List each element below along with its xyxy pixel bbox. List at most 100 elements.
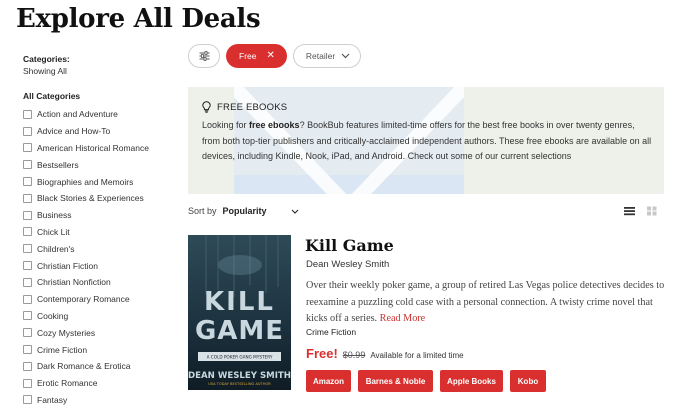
category-item[interactable]: Crime Fiction [23,341,183,358]
banner-title: FREE EBOOKS [217,101,288,113]
category-checkbox[interactable] [23,244,32,254]
book-author: Dean Wesley Smith [306,259,390,270]
category-label: Crime Fiction [37,344,88,355]
apple-books-button[interactable]: Apple Books [440,370,503,392]
category-checkbox[interactable] [23,294,32,304]
category-sidebar: Categories: Showing All All Categories A… [23,54,183,408]
category-checkbox[interactable] [23,328,32,338]
category-item[interactable]: Business [23,207,183,224]
cover-author: DEAN WESLEY SMITH [188,371,291,381]
price-original: $0.99 [342,350,366,360]
retailer-filter-dropdown[interactable]: Retailer [292,44,362,68]
banner-text-pre: Looking for [202,120,250,130]
category-checkbox[interactable] [23,126,32,136]
category-label: Biographies and Memoirs [37,176,134,187]
filter-settings-button[interactable] [188,44,220,68]
free-ebooks-banner: FREE EBOOKS Looking for free ebooks? Boo… [188,87,664,194]
category-item[interactable]: Black Stories & Experiences [23,190,183,207]
category-item[interactable]: Cozy Mysteries [23,324,183,341]
list-view-icon[interactable] [624,206,635,216]
category-label: Christian Nonfiction [37,277,111,288]
book-title[interactable]: Kill Game [305,236,394,255]
category-item[interactable]: Cooking [23,308,183,325]
book-description: Over their weekly poker game, a group of… [306,278,666,328]
category-item[interactable]: Action and Adventure [23,106,183,123]
category-item[interactable]: Bestsellers [23,156,183,173]
category-label: Contemporary Romance [37,294,130,305]
category-item[interactable]: Dark Romance & Erotica [23,358,183,375]
filter-bar: Free ✕ Retailer [188,44,362,68]
category-list: Action and Adventure Advice and How-To A… [23,106,183,408]
category-checkbox[interactable] [23,160,32,170]
sort-dropdown[interactable]: Popularity [223,206,299,216]
amazon-button[interactable]: Amazon [306,370,351,392]
retailer-buttons: Amazon Barnes & Noble Apple Books Kobo [306,370,546,392]
category-checkbox[interactable] [23,177,32,187]
category-checkbox[interactable] [23,277,32,287]
category-checkbox[interactable] [23,109,32,119]
category-label: Action and Adventure [37,109,118,120]
category-checkbox[interactable] [23,311,32,321]
banner-text: Looking for free ebooks? BookBub feature… [202,118,652,165]
category-checkbox[interactable] [23,210,32,220]
book-genre: Crime Fiction [306,327,357,337]
category-checkbox[interactable] [23,143,32,153]
category-label: Chick Lit [37,226,70,237]
sort-label: Sort by [188,206,217,216]
sort-value: Popularity [222,206,267,216]
category-label: Fantasy [37,394,68,405]
cover-series: A COLD POKER GANG MYSTERY [207,355,273,360]
chevron-down-icon [291,209,298,214]
category-item[interactable]: Contemporary Romance [23,291,183,308]
category-item[interactable]: Advice and How-To [23,123,183,140]
category-label: Cozy Mysteries [37,327,96,338]
kobo-button[interactable]: Kobo [510,370,546,392]
category-item[interactable]: Christian Nonfiction [23,274,183,291]
book-cover[interactable]: KILL GAME A COLD POKER GANG MYSTERY DEAN… [188,235,291,390]
banner-text-bold: free ebooks [249,120,300,130]
book-description-text: Over their weekly poker game, a group of… [306,280,665,324]
category-label: Children's [37,243,75,254]
price-note: Available for a limited time [370,351,464,360]
category-label: Cooking [37,310,69,321]
category-checkbox[interactable] [23,261,32,271]
category-label: Bestsellers [37,159,79,170]
category-label: Business [37,210,72,221]
category-checkbox[interactable] [23,395,32,405]
banner-content: FREE EBOOKS Looking for free ebooks? Boo… [202,101,652,165]
category-item[interactable]: Biographies and Memoirs [23,173,183,190]
free-filter-chip[interactable]: Free ✕ [226,44,287,68]
category-label: Erotic Romance [37,378,98,389]
category-label: Christian Fiction [37,260,98,271]
category-item[interactable]: Erotic Romance [23,375,183,392]
banner-title-row: FREE EBOOKS [202,101,652,113]
close-icon[interactable]: ✕ [266,51,274,61]
sliders-icon [199,51,209,61]
category-checkbox[interactable] [23,361,32,371]
cover-title-line1: KILL [204,287,275,317]
price-free: Free! [306,346,338,361]
retailer-filter-label: Retailer [305,51,336,61]
category-checkbox[interactable] [23,227,32,237]
barnes-noble-button[interactable]: Barnes & Noble [358,370,433,392]
categories-heading: Categories: [23,54,70,64]
grid-view-icon[interactable] [647,206,657,216]
cover-title-line2: GAME [195,316,284,346]
category-label: Advice and How-To [37,126,111,137]
read-more-link[interactable]: Read More [380,313,426,324]
category-item[interactable]: Children's [23,240,183,257]
category-item[interactable]: Chick Lit [23,224,183,241]
chevron-down-icon [341,53,350,59]
all-categories-heading: All Categories [23,91,81,101]
category-checkbox[interactable] [23,345,32,355]
category-label: American Historical Romance [37,142,149,153]
price-row: Free! $0.99 Available for a limited time [306,346,464,361]
category-checkbox[interactable] [23,193,32,203]
category-item[interactable]: American Historical Romance [23,140,183,157]
categories-showing: Showing All [23,66,67,76]
lightbulb-icon [202,101,211,113]
free-filter-label: Free [239,51,257,61]
category-checkbox[interactable] [23,378,32,388]
category-item[interactable]: Fantasy [23,392,183,409]
category-item[interactable]: Christian Fiction [23,257,183,274]
